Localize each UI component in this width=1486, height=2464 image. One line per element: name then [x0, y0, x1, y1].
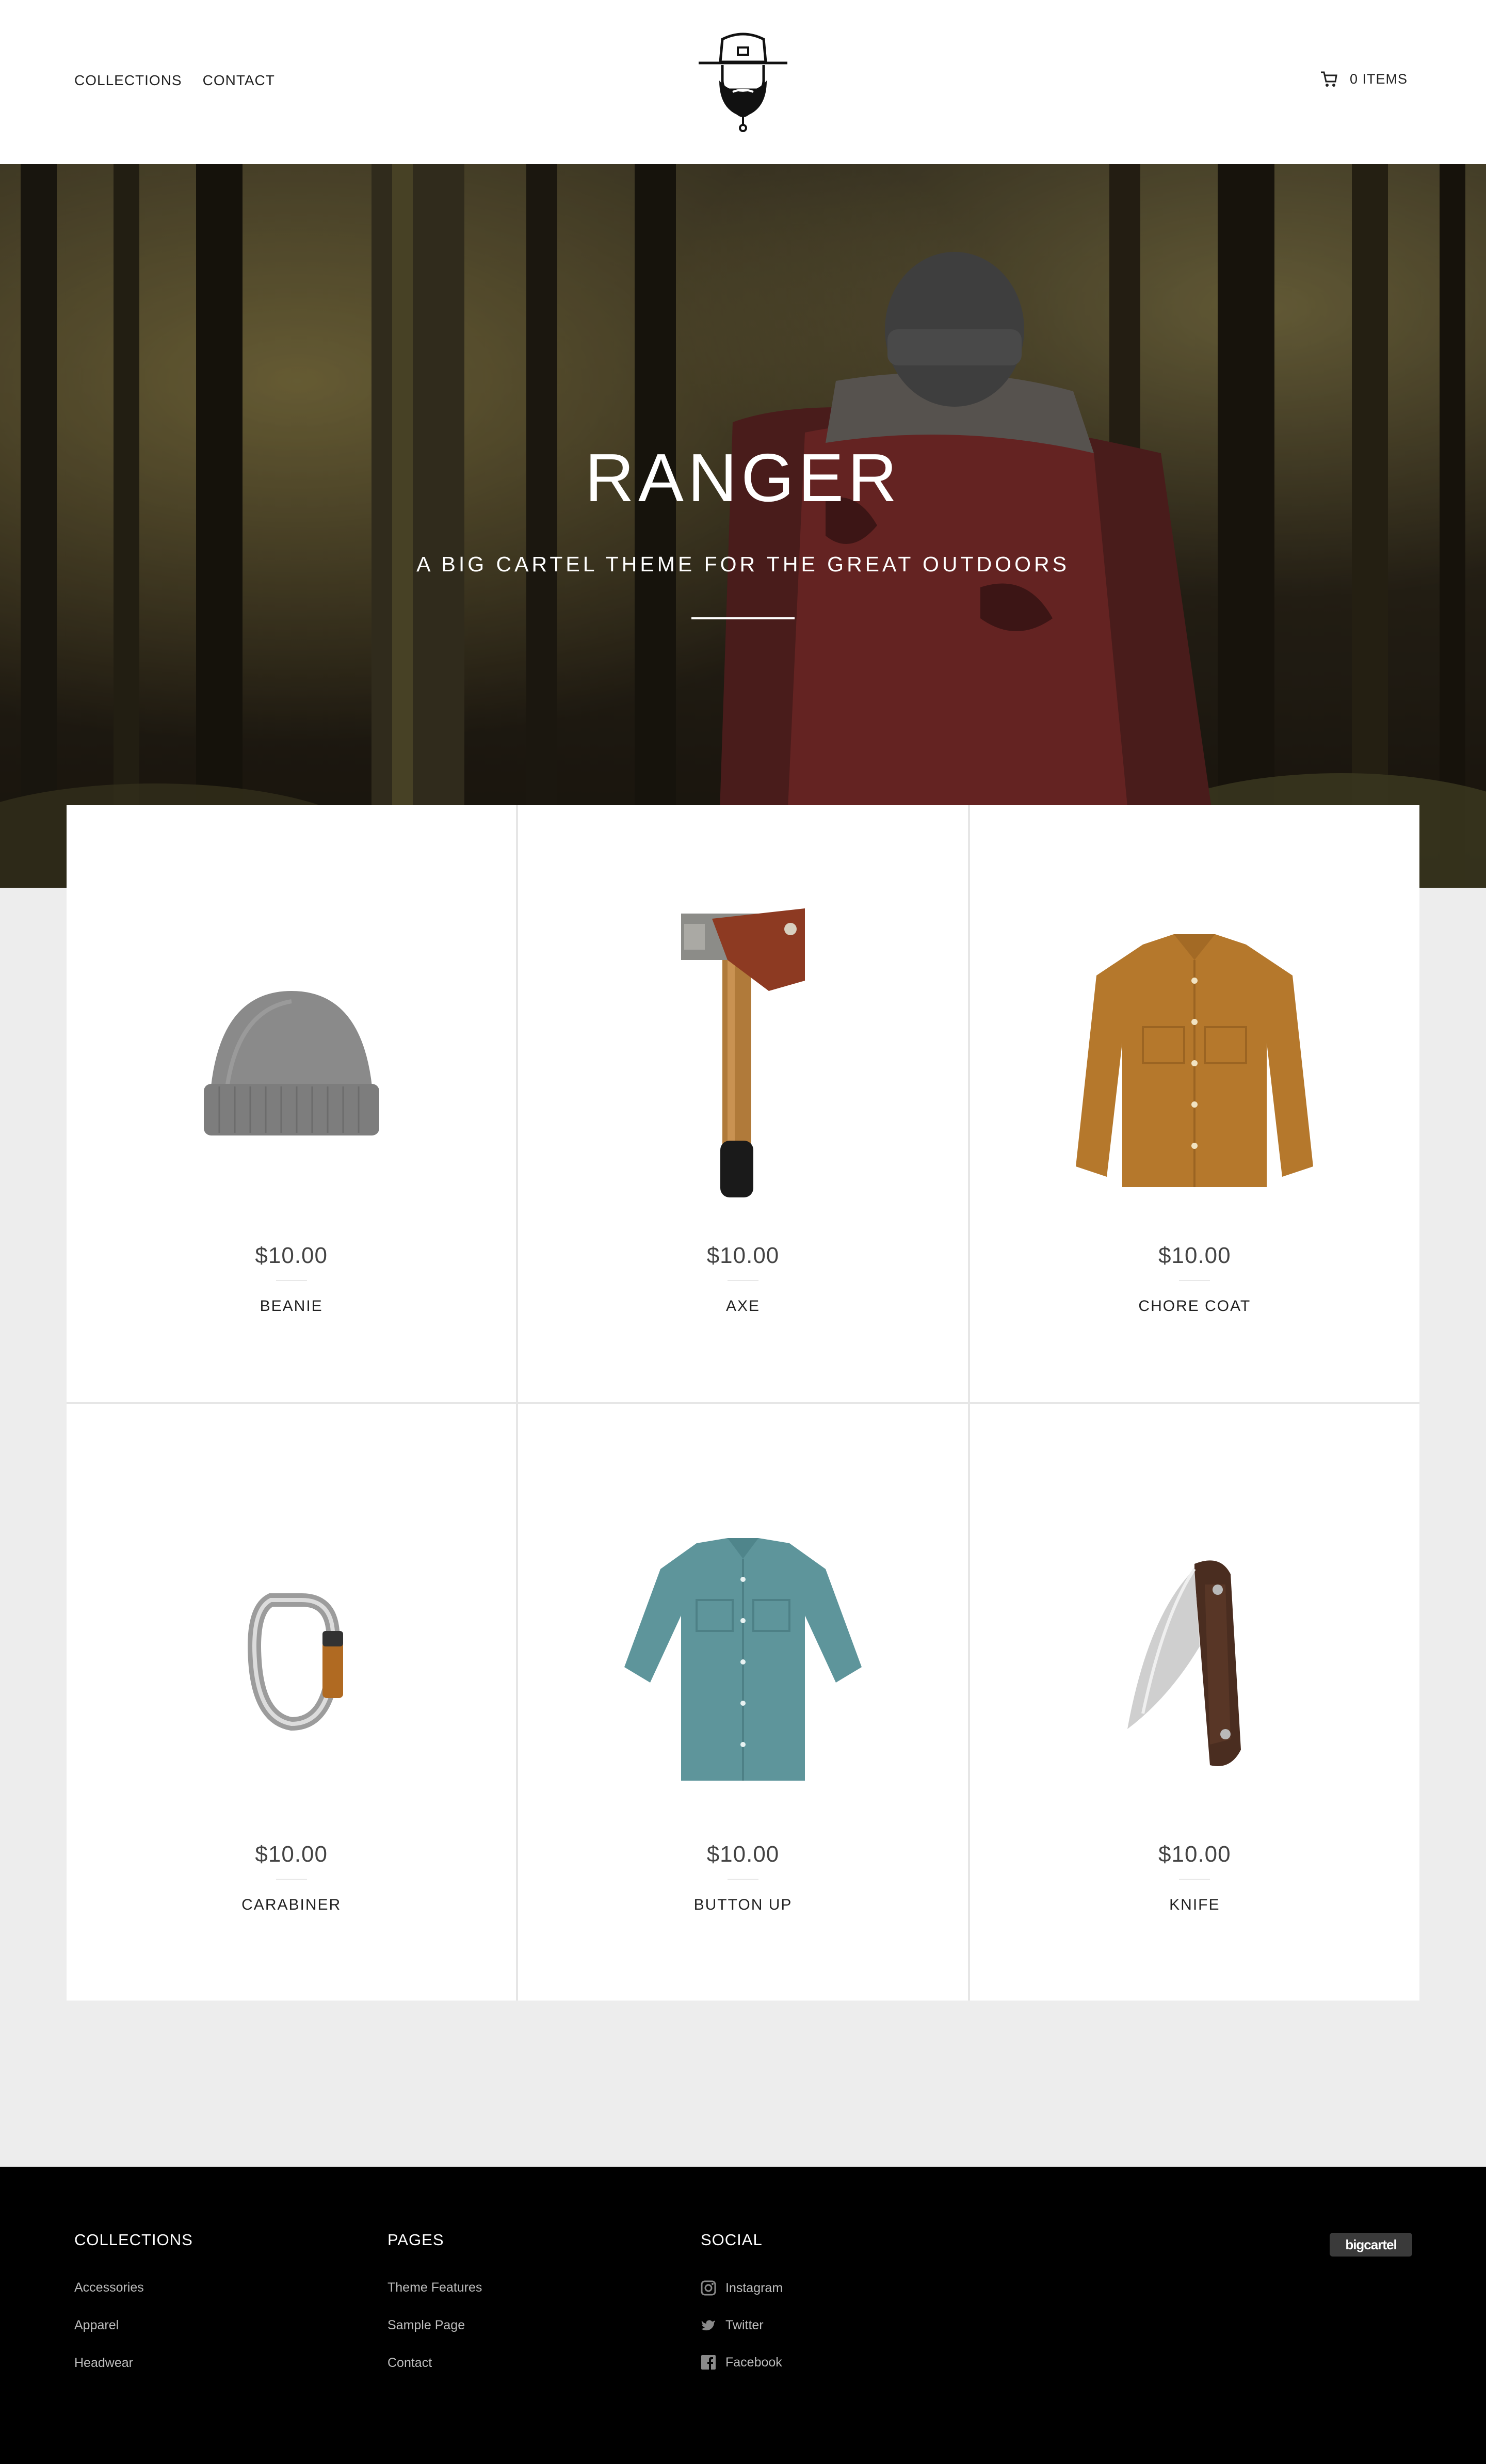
- twitter-label: Twitter: [725, 2317, 764, 2332]
- footer-collections: COLLECTIONS Accessories Apparel Headwear: [74, 2231, 193, 2393]
- product-price: $10.00: [255, 1842, 328, 1867]
- product-price: $10.00: [706, 1243, 780, 1268]
- site-footer: COLLECTIONS Accessories Apparel Headwear…: [0, 2167, 1486, 2464]
- product-name[interactable]: KNIFE: [970, 1896, 1419, 1914]
- price-divider: [1179, 1280, 1210, 1281]
- product-name[interactable]: BEANIE: [67, 1298, 516, 1315]
- cart-count: 0 ITEMS: [1349, 71, 1408, 87]
- carabiner-image: [137, 1476, 446, 1848]
- chore-coat-image: [1040, 877, 1349, 1249]
- product-price: $10.00: [706, 1842, 780, 1867]
- product-price: $10.00: [1158, 1243, 1231, 1268]
- cart-icon: [1320, 71, 1337, 87]
- footer-link-accessories[interactable]: Accessories: [74, 2280, 193, 2295]
- footer-link-contact[interactable]: Contact: [387, 2356, 482, 2371]
- footer-link-apparel[interactable]: Apparel: [74, 2318, 193, 2333]
- hero-subtitle: A BIG CARTEL THEME FOR THE GREAT OUTDOOR…: [416, 552, 1070, 576]
- product-grid: $10.00 BEANIE $10.00 AXE $10.00 CHORE CO…: [67, 805, 1419, 2001]
- social-facebook[interactable]: Facebook: [701, 2355, 783, 2370]
- facebook-label: Facebook: [725, 2355, 782, 2370]
- price-divider: [276, 1280, 307, 1281]
- product-card[interactable]: $10.00 AXE: [518, 805, 968, 1402]
- footer-pages: PAGES Theme Features Sample Page Contact: [387, 2231, 482, 2393]
- footer-pages-heading: PAGES: [387, 2231, 444, 2249]
- footer-social-heading: SOCIAL: [701, 2231, 763, 2249]
- footer-link-headwear[interactable]: Headwear: [74, 2356, 193, 2371]
- price-divider: [727, 1879, 758, 1880]
- knife-image: [1040, 1476, 1349, 1848]
- bigcartel-badge[interactable]: bigcartel: [1330, 2233, 1412, 2257]
- price-divider: [1179, 1879, 1210, 1880]
- instagram-icon: [701, 2280, 716, 2296]
- main-nav: COLLECTIONS CONTACT: [74, 72, 275, 89]
- product-name[interactable]: CARABINER: [67, 1896, 516, 1914]
- nav-contact[interactable]: CONTACT: [203, 72, 275, 89]
- footer-social: SOCIAL Instagram Twitter Facebook: [701, 2231, 783, 2392]
- product-card[interactable]: $10.00 BEANIE: [67, 805, 516, 1402]
- product-name[interactable]: AXE: [518, 1298, 967, 1315]
- ranger-logo[interactable]: [697, 29, 789, 132]
- axe-image: [588, 877, 898, 1249]
- hero-divider: [691, 617, 795, 619]
- twitter-icon: [701, 2320, 715, 2331]
- site-header: COLLECTIONS CONTACT 0 ITEMS: [0, 0, 1486, 164]
- social-instagram[interactable]: Instagram: [701, 2280, 783, 2296]
- footer-link-sample-page[interactable]: Sample Page: [387, 2318, 482, 2333]
- nav-collections[interactable]: COLLECTIONS: [74, 72, 182, 89]
- hero-banner: RANGER A BIG CARTEL THEME FOR THE GREAT …: [0, 164, 1486, 888]
- product-card[interactable]: $10.00 CARABINER: [67, 1404, 516, 2001]
- instagram-label: Instagram: [725, 2280, 783, 2295]
- price-divider: [727, 1280, 758, 1281]
- product-price: $10.00: [1158, 1842, 1231, 1867]
- social-twitter[interactable]: Twitter: [701, 2317, 783, 2333]
- forest-hiker-photo: [0, 164, 1486, 888]
- footer-link-theme-features[interactable]: Theme Features: [387, 2280, 482, 2295]
- product-price: $10.00: [255, 1243, 328, 1268]
- footer-collections-heading: COLLECTIONS: [74, 2231, 193, 2249]
- product-card[interactable]: $10.00 KNIFE: [970, 1404, 1419, 2001]
- product-card[interactable]: $10.00 CHORE COAT: [970, 805, 1419, 1402]
- product-card[interactable]: $10.00 BUTTON UP: [518, 1404, 968, 2001]
- product-name[interactable]: CHORE COAT: [970, 1298, 1419, 1315]
- price-divider: [276, 1879, 307, 1880]
- facebook-icon: [701, 2355, 716, 2370]
- product-name[interactable]: BUTTON UP: [518, 1896, 967, 1914]
- button-up-image: [588, 1476, 898, 1848]
- hero-title: RANGER: [585, 440, 901, 516]
- cart-link[interactable]: 0 ITEMS: [1320, 70, 1408, 88]
- beanie-image: [137, 877, 446, 1249]
